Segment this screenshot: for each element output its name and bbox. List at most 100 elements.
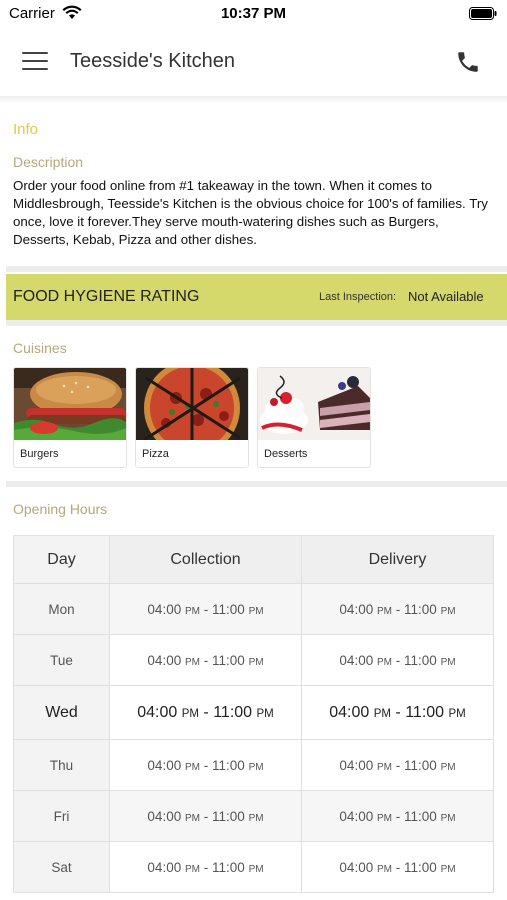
restaurant-title: Teesside's Kitchen [70,50,236,72]
pm-label: PM [248,656,264,668]
close-time: 11:00 [212,601,245,617]
close-time: 11:00 [404,859,437,875]
pm-label: PM [184,605,200,617]
battery-icon [469,7,497,20]
table-row: Sat 04:00 PM - 11:00 PM 04:00 PM - 11:00 P… [13,841,494,893]
cuisine-label: Desserts [264,448,308,460]
time-separator: - [203,757,209,773]
nav-bar: Teesside's Kitchen [0,30,507,96]
time-separator: - [203,859,209,875]
opening-hours-section-title: Opening Hours [13,501,108,517]
phone-icon[interactable] [455,49,481,75]
day-cell: Wed [13,685,110,740]
pm-label: PM [440,605,456,617]
time-separator: - [203,601,209,617]
section-divider [6,481,507,487]
cuisine-label: Burgers [20,448,59,460]
close-time: 11:00 [212,757,245,773]
pm-label: PM [376,761,392,773]
hygiene-title: FOOD HYGIENE RATING [13,288,200,305]
open-time: 04:00 [339,757,374,773]
close-time: 11:00 [212,808,245,824]
pm-label: PM [448,707,466,720]
delivery-hours-cell: 04:00 PM - 11:00 PM [301,739,494,791]
pm-label: PM [248,605,264,617]
open-time: 04:00 [147,808,182,824]
pm-label: PM [440,656,456,668]
table-row: Tue 04:00 PM - 11:00 PM 04:00 PM - 11:00 P… [13,634,494,686]
description-text: Order your food online from #1 takeaway … [13,178,488,247]
close-time: 11:00 [405,703,445,721]
pm-label: PM [184,761,200,773]
pm-label: PM [440,863,456,875]
delivery-hours-cell: 04:00 PM - 11:00 PM [301,634,494,686]
time-separator: - [395,652,401,668]
pm-label: PM [376,863,392,875]
pm-label: PM [248,863,264,875]
collection-hours-cell: 04:00 PM - 11:00 PM [109,790,302,842]
pm-label: PM [256,707,274,720]
table-row: Mon 04:00 PM - 11:00 PM 04:00 PM - 11:00 P… [13,583,494,635]
collection-hours-cell: 04:00 PM - 11:00 PM [109,634,302,686]
burger-image [14,368,126,440]
collection-hours-cell: 04:00 PM - 11:00 PM [109,583,302,635]
collection-hours-cell: 04:00 PM - 11:00 PM [109,841,302,893]
delivery-hours-cell: 04:00 PM - 11:00 PM [301,685,494,740]
pizza-image [136,368,248,440]
close-time: 11:00 [404,757,437,773]
collection-column-header: Collection [109,535,302,584]
open-time: 04:00 [339,601,374,617]
open-time: 04:00 [147,757,182,773]
pm-label: PM [376,812,392,824]
section-divider [6,266,507,272]
pm-label: PM [376,605,392,617]
status-time: 10:37 PM [220,5,287,22]
time-separator: - [395,808,401,824]
open-time: 04:00 [147,652,182,668]
open-time: 04:00 [329,703,370,721]
last-inspection-value: Not Available [408,289,484,304]
collection-hours-cell: 04:00 PM - 11:00 PM [109,739,302,791]
cuisine-label: Pizza [142,448,169,460]
time-separator: - [203,652,209,668]
day-cell: Sat [13,841,110,893]
opening-hours-table: Day Collection Delivery Mon 04:00 PM - 11… [13,535,494,893]
status-bar: Carrier 10:37 PM [0,0,507,30]
pm-label: PM [373,707,391,720]
info-section-title: Info [13,121,39,138]
delivery-column-header: Delivery [301,535,494,584]
cuisine-card-burgers[interactable]: Burgers [13,367,127,468]
nav-divider [0,96,507,104]
close-time: 11:00 [213,703,253,721]
pm-label: PM [248,761,264,773]
close-time: 11:00 [404,601,437,617]
table-header-row: Day Collection Delivery [13,535,494,584]
open-time: 04:00 [147,859,182,875]
day-cell: Thu [13,739,110,791]
pm-label: PM [184,863,200,875]
section-divider [6,320,507,326]
delivery-hours-cell: 04:00 PM - 11:00 PM [301,841,494,893]
day-cell: Tue [13,634,110,686]
pm-label: PM [440,812,456,824]
table-row: Fri 04:00 PM - 11:00 PM 04:00 PM - 11:00 P… [13,790,494,842]
pm-label: PM [440,761,456,773]
open-time: 04:00 [339,808,374,824]
cuisine-card-pizza[interactable]: Pizza [135,367,249,468]
day-cell: Fri [13,790,110,842]
pm-label: PM [181,707,199,720]
hamburger-menu-icon[interactable] [22,52,48,72]
close-time: 11:00 [212,859,245,875]
delivery-hours-cell: 04:00 PM - 11:00 PM [301,583,494,635]
cuisine-card-desserts[interactable]: Desserts [257,367,371,468]
description-label: Description [13,154,84,170]
cuisines-section-title: Cuisines [13,340,67,356]
pm-label: PM [184,812,200,824]
open-time: 04:00 [339,652,374,668]
desserts-image [258,368,370,440]
pm-label: PM [248,812,264,824]
time-separator: - [395,703,401,721]
table-row: Wed 04:00 PM - 11:00 PM 04:00 PM - 11:00 P… [13,685,494,740]
time-separator: - [395,859,401,875]
collection-hours-cell: 04:00 PM - 11:00 PM [109,685,302,740]
